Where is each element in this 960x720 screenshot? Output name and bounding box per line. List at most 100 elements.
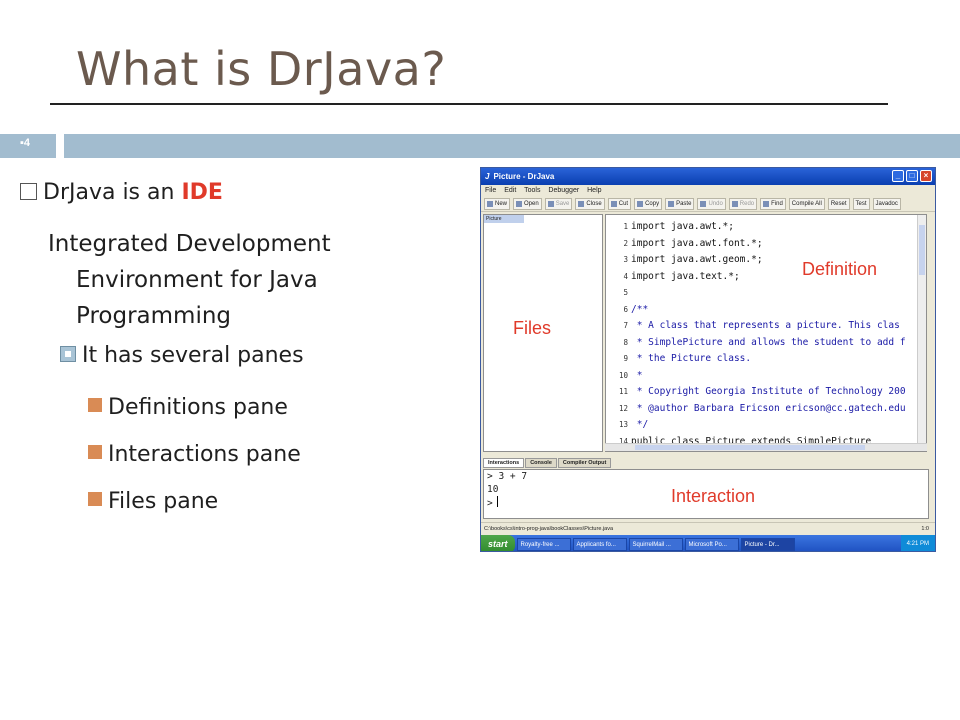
taskbar-item-drjava[interactable]: Picture - Dr...: [740, 537, 795, 551]
window-controls: _ □ ×: [892, 170, 932, 182]
new-file-icon: [487, 200, 493, 207]
line-number: 4: [623, 271, 628, 281]
scissors-icon: [610, 200, 617, 207]
code-line: 7 * A class that represents a picture. T…: [606, 320, 900, 332]
menu-edit[interactable]: Edit: [504, 187, 516, 194]
bullet-sub-text: It has several panes: [82, 343, 304, 368]
taskbar-item[interactable]: SquirrelMail ...: [628, 537, 683, 551]
code-line: 3 import java.awt.geom.*;: [606, 254, 762, 266]
save-icon: [547, 200, 554, 207]
line-number: 1: [623, 222, 628, 231]
bottom-tabs: Interactions Console Compiler Output: [483, 458, 612, 468]
hollow-square-bullet-icon: [20, 183, 37, 200]
vertical-scrollbar[interactable]: [917, 215, 926, 451]
code-line: 5: [606, 287, 631, 299]
windows-taskbar: start Royalty-free ... Applicants fo... …: [481, 535, 935, 551]
description-line: Programming: [76, 303, 232, 329]
code-text: * SimplePicture and allows the student t…: [631, 336, 906, 348]
folder-icon: [516, 200, 523, 207]
orange-square-bullet-icon: [88, 445, 102, 459]
slide-number: ▪4: [20, 137, 31, 149]
redo-button[interactable]: Redo: [728, 197, 758, 210]
line-number: 12: [618, 403, 628, 413]
line-number: 6: [623, 304, 628, 314]
minimize-icon[interactable]: _: [892, 170, 904, 182]
save-button[interactable]: Save: [544, 197, 573, 210]
line-number: 10: [618, 370, 628, 380]
code-line: 9 * the Picture class.: [606, 353, 751, 365]
code-text: * Copyright Georgia Institute of Technol…: [631, 386, 906, 397]
line-number: 3: [623, 255, 628, 264]
code-text: /**: [631, 303, 649, 315]
accent-band: [64, 134, 960, 158]
open-file-entry[interactable]: Picture: [484, 215, 524, 223]
open-button[interactable]: Open: [513, 197, 542, 210]
window-titlebar: J Picture - DrJava _ □ ×: [481, 168, 935, 185]
reset-button[interactable]: Reset: [827, 197, 850, 210]
code-line: 12 * @author Barbara Ericson ericson@cc.…: [606, 403, 906, 415]
menu-bar: File Edit Tools Debugger Help: [481, 185, 935, 196]
code-line: 2 import java.awt.font.*;: [606, 238, 762, 250]
compile-all-button[interactable]: Compile All: [788, 197, 825, 210]
line-number: 7: [623, 321, 628, 330]
tab-console[interactable]: Console: [525, 458, 557, 468]
copy-button[interactable]: Copy: [634, 197, 663, 210]
taskbar-item[interactable]: Royalty-free ...: [516, 537, 571, 551]
scroll-thumb[interactable]: [919, 225, 925, 275]
description-line: Integrated Development: [48, 231, 331, 257]
scroll-thumb[interactable]: [635, 445, 865, 450]
undo-icon: [700, 200, 707, 207]
taskbar-item[interactable]: Microsoft Po...: [684, 537, 739, 551]
undo-button[interactable]: Undo: [697, 197, 726, 210]
menu-debugger[interactable]: Debugger: [548, 187, 579, 194]
line-number: 8: [623, 337, 628, 347]
interaction-line: > 3 + 7: [487, 471, 528, 482]
menu-help[interactable]: Help: [587, 187, 601, 194]
code-text: * A class that represents a picture. Thi…: [631, 320, 900, 331]
definitions-pane[interactable]: 1 import java.awt.*; 2 import java.awt.font…: [605, 214, 927, 452]
code-line: 6/**: [606, 304, 648, 316]
binoculars-icon: [763, 200, 770, 207]
maximize-icon[interactable]: □: [906, 170, 918, 182]
close-icon[interactable]: ×: [920, 170, 932, 182]
code-text: * the Picture class.: [631, 353, 752, 364]
tab-compiler-output[interactable]: Compiler Output: [557, 458, 612, 468]
line-number: 2: [623, 238, 628, 248]
copy-icon: [637, 200, 644, 207]
code-text: import java.text.*;: [631, 270, 740, 282]
toolbar: New Open Save Close Cut Copy Paste Undo …: [481, 196, 935, 212]
find-button[interactable]: Find: [760, 197, 786, 210]
line-number-gutter: [606, 215, 630, 451]
start-button[interactable]: start: [481, 535, 515, 551]
code-line: 8 * SimplePicture and allows the student…: [606, 336, 906, 349]
tab-interactions[interactable]: Interactions: [483, 458, 525, 468]
line-number: 9: [623, 354, 628, 363]
ide-highlight: IDE: [181, 180, 223, 205]
close-button[interactable]: Close: [575, 197, 605, 210]
paste-icon: [668, 200, 675, 207]
cut-button[interactable]: Cut: [607, 197, 632, 210]
new-button[interactable]: New: [484, 197, 511, 210]
bullet-main-text: DrJava is an: [43, 180, 182, 205]
paste-button[interactable]: Paste: [665, 197, 695, 210]
slide-title: What is DrJava?: [76, 42, 447, 96]
code-line: 13 */: [606, 419, 648, 431]
system-tray-clock: 4:21 PM: [900, 535, 935, 551]
ide-description: Integrated Development Environment for J…: [48, 226, 408, 334]
code-text: import java.awt.*;: [631, 221, 734, 232]
horizontal-scrollbar[interactable]: [605, 443, 927, 451]
code-text: * @author Barbara Ericson ericson@cc.gat…: [631, 402, 906, 414]
redo-icon: [731, 200, 738, 207]
menu-tools[interactable]: Tools: [524, 187, 540, 194]
orange-square-bullet-icon: [88, 398, 102, 412]
javadoc-button[interactable]: Javadoc: [872, 197, 901, 210]
pane-item: Files pane: [88, 489, 218, 514]
menu-file[interactable]: File: [485, 187, 496, 194]
code-line: 10 *: [606, 370, 642, 382]
status-file-path: C:\books\cs\intro-prog-java\bookClasses\…: [484, 526, 614, 532]
test-button[interactable]: Test: [852, 197, 870, 210]
code-line: 11 * Copyright Georgia Institute of Tech…: [606, 386, 906, 398]
definition-annotation: Definition: [802, 259, 878, 279]
taskbar-item[interactable]: Applicants fo...: [572, 537, 627, 551]
